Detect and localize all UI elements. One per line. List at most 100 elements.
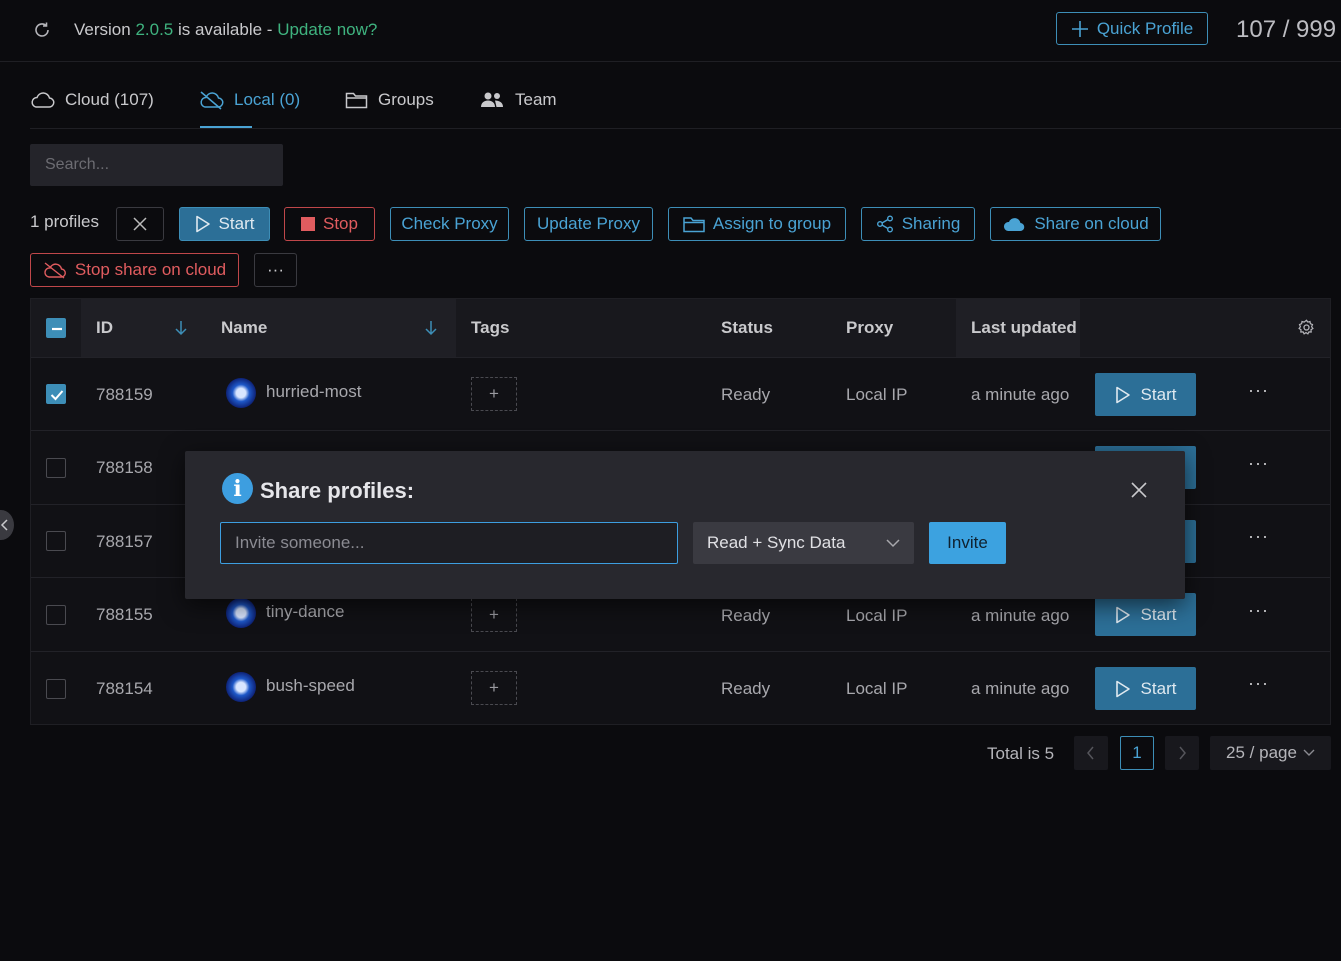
browser-avatar-icon (226, 598, 256, 628)
row-updated: a minute ago (971, 679, 1070, 698)
browser-avatar-icon (226, 378, 256, 408)
share-profiles-modal: i Share profiles: Read + Sync Data Invit… (185, 451, 1185, 599)
add-tag-button[interactable]: + (471, 671, 517, 705)
invite-input[interactable] (220, 522, 678, 564)
next-page-button[interactable] (1165, 736, 1199, 770)
row-divider (31, 651, 1330, 652)
version-number: 2.0.5 (135, 20, 174, 39)
page-size-select[interactable]: 25 / page (1210, 736, 1331, 770)
assign-group-label: Assign to group (712, 214, 832, 233)
page-1-button[interactable]: 1 (1120, 736, 1154, 770)
stop-share-cloud-label: Stop share on cloud (74, 260, 227, 279)
page-size-label: 25 / page (1226, 743, 1297, 762)
refresh-icon[interactable] (32, 20, 52, 40)
chevron-right-icon (1177, 746, 1187, 760)
pagination-total: Total is 5 (987, 744, 1055, 763)
add-tag-button[interactable]: + (471, 598, 517, 632)
tabs-divider (30, 128, 1341, 129)
row-more-button[interactable]: ··· (1248, 453, 1269, 474)
search-input[interactable] (30, 144, 283, 186)
more-actions-button[interactable]: ··· (254, 253, 297, 287)
chevron-left-icon (1086, 746, 1096, 760)
share-cloud-button[interactable]: Share on cloud (990, 207, 1161, 241)
stop-icon (301, 217, 315, 231)
row-start-label: Start (1140, 384, 1177, 404)
cloud-off-icon (43, 261, 67, 279)
row-checkbox[interactable] (46, 458, 66, 478)
row-checkbox[interactable] (46, 605, 66, 625)
info-icon: i (222, 473, 253, 504)
prev-page-button[interactable] (1074, 736, 1108, 770)
version-prefix: Version (74, 20, 136, 39)
column-last-updated[interactable]: Last updated (971, 318, 1077, 338)
cloud-icon (1002, 216, 1026, 232)
version-notice: Version 2.0.5 is available - Update now? (74, 20, 377, 40)
tab-groups[interactable]: Groups (345, 90, 434, 110)
sharing-button[interactable]: Sharing (861, 207, 975, 241)
column-status: Status (721, 318, 773, 337)
clear-selection-button[interactable] (116, 207, 164, 241)
play-icon (1115, 680, 1131, 698)
sort-down-icon[interactable] (174, 320, 188, 336)
profile-count: 107 / 999 (1236, 16, 1337, 43)
update-proxy-button[interactable]: Update Proxy (524, 207, 653, 241)
start-label: Start (218, 214, 255, 233)
check-proxy-button[interactable]: Check Proxy (390, 207, 509, 241)
row-more-button[interactable]: ··· (1248, 526, 1269, 547)
quick-profile-button[interactable]: Quick Profile (1056, 12, 1208, 45)
sort-down-icon[interactable] (424, 320, 438, 336)
row-status: Ready (721, 679, 771, 698)
tab-local[interactable]: Local (0) (199, 90, 300, 110)
close-icon[interactable] (1129, 480, 1149, 500)
update-now-link[interactable]: Update now? (277, 20, 377, 39)
play-icon (1115, 386, 1131, 404)
row-divider (31, 357, 1330, 358)
tab-cloud[interactable]: Cloud (107) (30, 90, 154, 110)
row-updated: a minute ago (971, 606, 1070, 625)
row-checkbox[interactable] (46, 384, 66, 404)
team-icon (480, 91, 505, 109)
stop-label: Stop (323, 214, 358, 233)
row-status: Ready (721, 385, 771, 404)
row-start-button[interactable]: Start (1095, 373, 1196, 416)
stop-share-cloud-button[interactable]: Stop share on cloud (30, 253, 239, 287)
selected-count: 1 profiles (30, 212, 99, 231)
row-start-button[interactable]: Start (1095, 593, 1196, 636)
row-name[interactable]: bush-speed (266, 676, 355, 696)
row-name[interactable]: hurried-most (266, 382, 361, 402)
stop-button[interactable]: Stop (284, 207, 375, 241)
row-more-button[interactable]: ··· (1248, 673, 1269, 694)
column-tags: Tags (471, 318, 510, 337)
modal-title: Share profiles: (260, 478, 415, 503)
cloud-off-icon (199, 90, 224, 110)
row-start-label: Start (1140, 604, 1177, 624)
row-divider (31, 430, 1330, 431)
row-checkbox[interactable] (46, 679, 66, 699)
version-suffix: is available - (173, 20, 278, 39)
assign-group-button[interactable]: Assign to group (668, 207, 846, 241)
sharing-label: Sharing (901, 214, 961, 233)
row-proxy: Local IP (846, 385, 908, 404)
row-status: Ready (721, 606, 771, 625)
row-checkbox[interactable] (46, 531, 66, 551)
browser-avatar-icon (226, 672, 256, 702)
row-proxy: Local IP (846, 606, 908, 625)
row-updated: a minute ago (971, 385, 1070, 404)
start-button[interactable]: Start (179, 207, 270, 241)
settings-icon[interactable] (1298, 319, 1315, 336)
column-name[interactable]: Name (221, 318, 267, 338)
column-id[interactable]: ID (96, 318, 113, 338)
folder-icon (345, 91, 368, 109)
permission-select[interactable]: Read + Sync Data (693, 522, 914, 564)
add-tag-button[interactable]: + (471, 377, 517, 411)
select-all-checkbox[interactable] (46, 318, 66, 338)
quick-profile-label: Quick Profile (1096, 18, 1194, 38)
row-more-button[interactable]: ··· (1248, 600, 1269, 621)
row-start-button[interactable]: Start (1095, 667, 1196, 710)
tab-team[interactable]: Team (480, 90, 557, 110)
sidebar-toggle[interactable] (0, 510, 14, 540)
invite-button[interactable]: Invite (929, 522, 1006, 564)
row-more-button[interactable]: ··· (1248, 380, 1269, 401)
row-name[interactable]: tiny-dance (266, 602, 344, 622)
column-proxy: Proxy (846, 318, 894, 337)
